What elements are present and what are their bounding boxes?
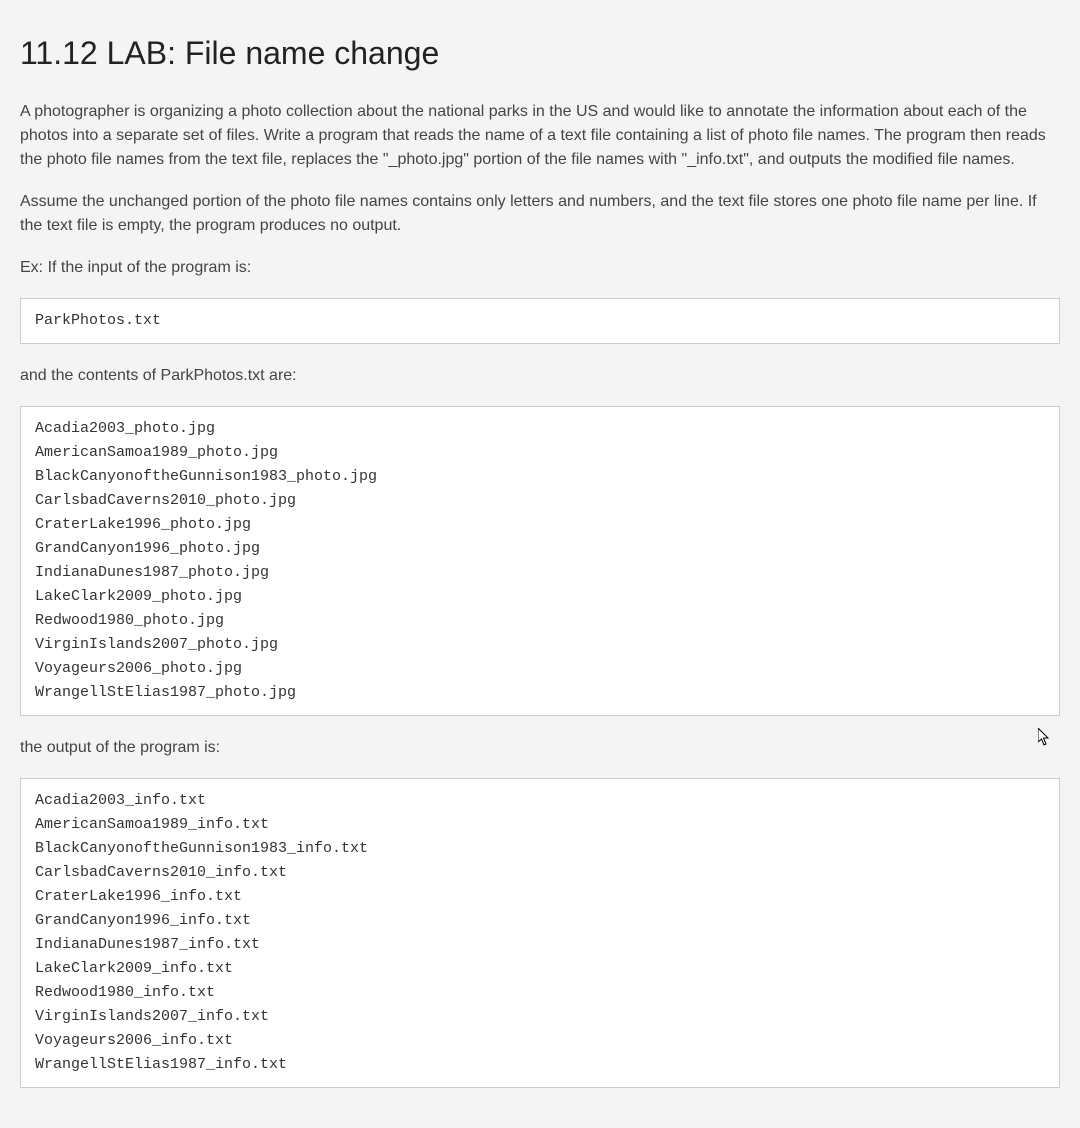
problem-description-1: A photographer is organizing a photo col…: [20, 100, 1060, 172]
file-contents-code-block: Acadia2003_photo.jpg AmericanSamoa1989_p…: [20, 406, 1060, 716]
input-code-block: ParkPhotos.txt: [20, 298, 1060, 344]
file-contents-label: and the contents of ParkPhotos.txt are:: [20, 364, 1060, 388]
output-label: the output of the program is:: [20, 736, 1060, 760]
output-code-block: Acadia2003_info.txt AmericanSamoa1989_in…: [20, 778, 1060, 1088]
cursor-icon: [1038, 728, 1052, 746]
lab-title: 11.12 LAB: File name change: [20, 35, 1060, 72]
example-input-label: Ex: If the input of the program is:: [20, 256, 1060, 280]
problem-description-2: Assume the unchanged portion of the phot…: [20, 190, 1060, 238]
